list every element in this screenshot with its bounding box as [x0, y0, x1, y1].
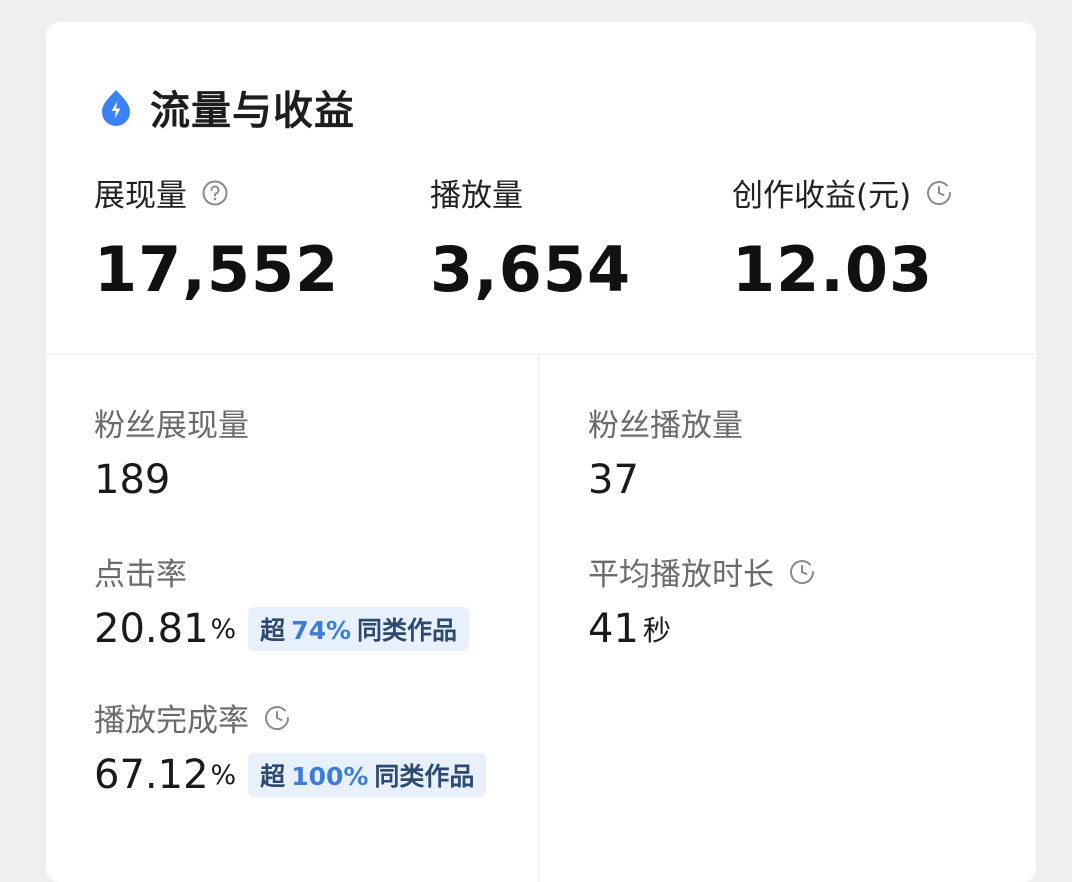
badge-prefix: 超	[260, 762, 286, 791]
vertical-divider	[538, 355, 539, 882]
metric-revenue: 创作收益(元) 12.03	[732, 170, 953, 306]
metric-value: 67.12	[94, 752, 209, 798]
metric-value: 41	[588, 606, 639, 652]
metric-avg-duration: 平均播放时长 41 秒	[588, 549, 816, 652]
card-header: 流量与收益	[96, 78, 355, 136]
metric-label: 平均播放时长	[588, 557, 774, 593]
metric-fan-impressions: 粉丝展现量 189	[94, 400, 249, 503]
metric-unit: %	[210, 759, 237, 791]
metric-value: 3,654	[430, 233, 632, 306]
horizontal-divider	[46, 354, 1036, 355]
metric-label: 创作收益(元)	[732, 178, 912, 214]
metric-completion-rate: 播放完成率 67.12 % 超 100% 同类作品	[94, 695, 487, 798]
metric-label: 粉丝展现量	[94, 408, 249, 444]
metric-ctr: 点击率 20.81 % 超 74% 同类作品	[94, 549, 470, 652]
badge-percent: 100%	[291, 762, 369, 791]
metric-fan-plays: 粉丝播放量 37	[588, 400, 743, 503]
metric-value: 189	[94, 457, 171, 503]
metric-value: 37	[588, 457, 639, 503]
metric-label: 展现量	[94, 178, 187, 214]
ranking-badge: 超 100% 同类作品	[248, 753, 487, 797]
metric-value: 17,552	[94, 233, 340, 306]
metric-label: 播放完成率	[94, 703, 249, 739]
badge-suffix: 同类作品	[357, 616, 458, 645]
ranking-badge: 超 74% 同类作品	[248, 607, 470, 651]
metric-plays: 播放量 3,654	[430, 170, 631, 306]
lightning-drop-icon	[96, 87, 136, 127]
question-circle-icon[interactable]	[201, 179, 229, 207]
metric-label: 点击率	[94, 557, 187, 593]
badge-suffix: 同类作品	[374, 762, 475, 791]
clock-icon[interactable]	[788, 558, 816, 586]
metric-unit: %	[210, 613, 237, 645]
metric-label: 播放量	[430, 178, 523, 214]
card-title: 流量与收益	[150, 88, 355, 134]
badge-prefix: 超	[260, 616, 286, 645]
badge-percent: 74%	[291, 616, 352, 645]
clock-icon[interactable]	[925, 179, 953, 207]
metric-label: 粉丝播放量	[588, 408, 743, 444]
metric-value: 12.03	[732, 233, 934, 306]
metric-unit: 秒	[642, 614, 671, 647]
clock-icon[interactable]	[263, 704, 291, 732]
traffic-revenue-card: 流量与收益 展现量 17,552 播放量 3,654 创作收益(元) 12.03…	[46, 22, 1036, 882]
metric-value: 20.81	[94, 606, 209, 652]
metric-impressions: 展现量 17,552	[94, 170, 339, 306]
